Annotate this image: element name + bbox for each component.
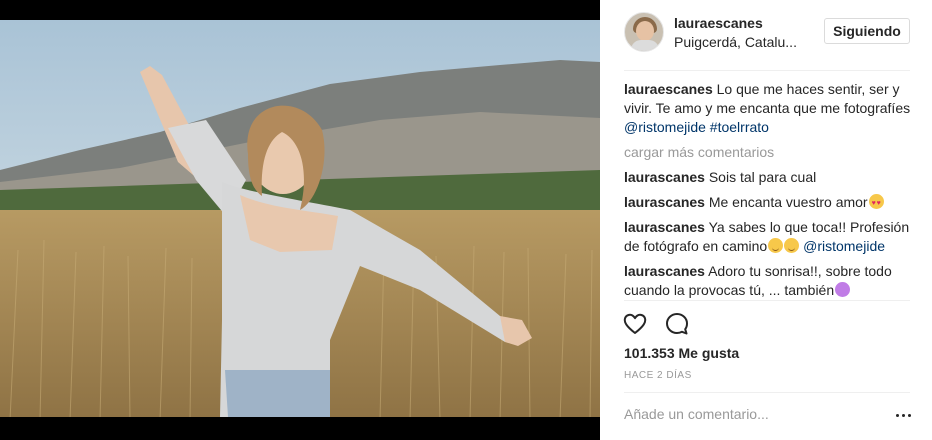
heart-eyes-emoji-icon xyxy=(868,194,884,213)
post-header: lauraescanes Puigcerdá, Catalu... Siguie… xyxy=(600,0,932,70)
caption: lauraescanes Lo que me haces sentir, ser… xyxy=(624,80,914,137)
caption-mention[interactable]: @ristomejide xyxy=(624,119,706,135)
comment-item: laurascanes Sois tal para cual xyxy=(624,168,914,187)
following-button[interactable]: Siguiendo xyxy=(824,18,910,44)
caption-hashtag[interactable]: #toelrrato xyxy=(710,119,769,135)
comments-divider xyxy=(624,300,910,301)
relieved-emoji-icon xyxy=(784,238,800,253)
comment-mention[interactable]: @ristomejide xyxy=(803,238,885,254)
comment-item: laurascanes Ya sabes lo que toca!! Profe… xyxy=(624,218,914,256)
post-username[interactable]: lauraescanes xyxy=(674,15,763,31)
avatar[interactable] xyxy=(624,12,664,52)
post-sidebar: lauraescanes Puigcerdá, Catalu... Siguie… xyxy=(600,0,932,440)
post-timestamp[interactable]: HACE 2 DÍAS xyxy=(624,370,692,381)
load-more-comments-link[interactable]: cargar más comentarios xyxy=(624,143,914,162)
comment-username[interactable]: laurascanes xyxy=(624,194,705,210)
add-comment-input[interactable]: Añade un comentario... xyxy=(624,406,769,422)
heart-icon[interactable] xyxy=(622,311,648,337)
comment-item: laurascanes Me encanta vuestro amor xyxy=(624,193,914,213)
comment-item: laurascanes Adoro tu sonrisa!!, sobre to… xyxy=(624,262,914,298)
comment-username[interactable]: laurascanes xyxy=(624,219,705,235)
more-options-icon[interactable] xyxy=(896,414,914,420)
relieved-emoji-icon xyxy=(768,238,784,253)
comment-icon[interactable] xyxy=(664,311,690,337)
purple-heart-emoji-icon xyxy=(835,282,851,297)
comments-list[interactable]: lauraescanes Lo que me haces sentir, ser… xyxy=(624,80,914,298)
footer-divider xyxy=(624,392,910,393)
header-divider xyxy=(624,70,910,71)
comment-text: Sois tal para cual xyxy=(708,169,817,185)
likes-count[interactable]: 101.353 Me gusta xyxy=(624,345,739,361)
post-image xyxy=(0,20,600,417)
post-location[interactable]: Puigcerdá, Catalu... xyxy=(674,34,797,50)
comment-username[interactable]: laurascanes xyxy=(624,263,705,279)
comment-username[interactable]: laurascanes xyxy=(624,169,705,185)
comment-text: Me encanta vuestro amor xyxy=(708,194,868,210)
caption-username[interactable]: lauraescanes xyxy=(624,81,713,97)
post-photo[interactable] xyxy=(0,0,600,440)
